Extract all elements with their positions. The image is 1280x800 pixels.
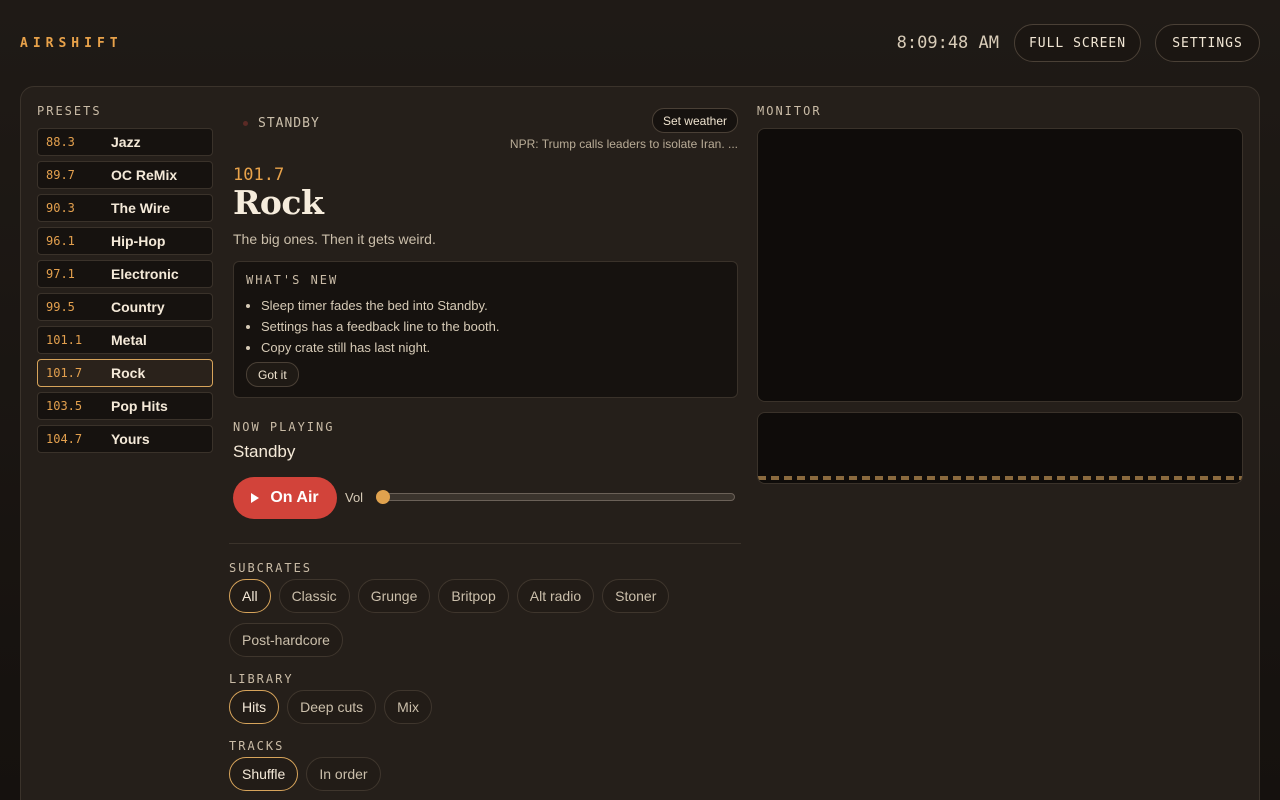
preset-item[interactable]: 89.7 OC ReMix bbox=[37, 161, 213, 189]
preset-frequency: 104.7 bbox=[46, 432, 83, 446]
whats-new-item: Sleep timer fades the bed into Standby. bbox=[261, 295, 500, 316]
subcrates-chips: All Classic Grunge Britpop Alt radio Stoner Po… bbox=[229, 579, 699, 667]
divider bbox=[229, 543, 741, 544]
subcrate-chip[interactable]: Alt radio bbox=[516, 579, 595, 613]
volume-label: Vol bbox=[345, 490, 364, 505]
full-screen-button[interactable]: FULL SCREEN bbox=[1014, 24, 1141, 62]
set-weather-button[interactable]: Set weather bbox=[651, 108, 738, 133]
on-air-button[interactable]: On Air bbox=[233, 477, 337, 519]
preset-frequency: 101.1 bbox=[46, 333, 83, 347]
preset-item[interactable]: 88.3 Jazz bbox=[37, 128, 213, 156]
library-chips: Hits Deep cuts Mix bbox=[229, 690, 699, 734]
tracks-chip[interactable]: Shuffle bbox=[229, 757, 299, 791]
preset-name: Rock bbox=[111, 365, 146, 381]
preset-name: OC ReMix bbox=[111, 167, 178, 183]
preset-name: Electronic bbox=[111, 266, 179, 282]
library-chip[interactable]: Mix bbox=[384, 690, 432, 724]
subcrate-chip[interactable]: All bbox=[229, 579, 271, 613]
monitor-display bbox=[757, 128, 1243, 402]
library-chip[interactable]: Deep cuts bbox=[287, 690, 377, 724]
station-name: Rock bbox=[233, 183, 324, 222]
presets-label: PRESETS bbox=[37, 104, 102, 118]
preset-item[interactable]: 90.3 The Wire bbox=[37, 194, 213, 222]
preset-name: Hip-Hop bbox=[111, 233, 166, 249]
monitor-label: MONITOR bbox=[757, 104, 822, 118]
settings-button[interactable]: SETTINGS bbox=[1155, 24, 1260, 62]
top-bar: AIRSHIFT 8:09:48 AM FULL SCREEN SETTINGS bbox=[0, 0, 1280, 86]
preset-frequency: 90.3 bbox=[46, 201, 75, 215]
station-frequency: 101.7 bbox=[233, 165, 285, 185]
tracks-label: TRACKS bbox=[229, 739, 285, 753]
waveform-display bbox=[757, 412, 1243, 484]
station-tagline: The big ones. Then it gets weird. bbox=[233, 231, 436, 247]
preset-name: Pop Hits bbox=[111, 398, 168, 414]
station-panel: STANDBY Set weather NPR: Trump calls lea… bbox=[229, 87, 741, 800]
now-playing-title: Standby bbox=[233, 442, 296, 461]
preset-frequency: 97.1 bbox=[46, 267, 75, 281]
preset-item[interactable]: 96.1 Hip-Hop bbox=[37, 227, 213, 255]
preset-name: Yours bbox=[111, 431, 150, 447]
main-panel: PRESETS 88.3 Jazz 89.7 OC ReMix 90.3 The Wire… bbox=[20, 86, 1260, 800]
status-dot-icon bbox=[243, 121, 248, 126]
preset-item[interactable]: 99.5 Country bbox=[37, 293, 213, 321]
preset-name: The Wire bbox=[111, 200, 170, 216]
subcrates-label: SUBCRATES bbox=[229, 561, 313, 575]
whats-new-card: WHAT'S NEW Sleep timer fades the bed int… bbox=[233, 261, 738, 398]
tracks-chip[interactable]: In order bbox=[306, 757, 381, 791]
news-ticker: NPR: Trump calls leaders to isolate Iran… bbox=[509, 137, 738, 151]
subcrate-chip[interactable]: Grunge bbox=[357, 579, 431, 613]
library-chip[interactable]: Hits bbox=[229, 690, 280, 724]
preset-item[interactable]: 103.5 Pop Hits bbox=[37, 392, 213, 420]
station-status: STANDBY bbox=[243, 116, 320, 131]
preset-item[interactable]: 101.1 Metal bbox=[37, 326, 213, 354]
preset-list: 88.3 Jazz 89.7 OC ReMix 90.3 The Wire 96.1 Hip-… bbox=[37, 128, 213, 458]
play-icon bbox=[251, 493, 260, 503]
whats-new-label: WHAT'S NEW bbox=[246, 273, 339, 287]
whats-new-list: Sleep timer fades the bed into Standby. … bbox=[261, 295, 500, 358]
clock: 8:09:48 AM bbox=[896, 33, 999, 53]
whats-new-item: Settings has a feedback line to the boot… bbox=[261, 316, 500, 337]
preset-frequency: 96.1 bbox=[46, 234, 75, 248]
preset-name: Metal bbox=[111, 332, 147, 348]
preset-frequency: 103.5 bbox=[46, 399, 83, 413]
status-label: STANDBY bbox=[258, 116, 320, 131]
tracks-chips: Shuffle In order bbox=[229, 757, 699, 800]
volume-slider[interactable] bbox=[381, 493, 735, 501]
subcrate-chip[interactable]: Classic bbox=[278, 579, 350, 613]
preset-item[interactable]: 97.1 Electronic bbox=[37, 260, 213, 288]
on-air-label: On Air bbox=[270, 489, 319, 506]
preset-name: Jazz bbox=[111, 134, 141, 150]
subcrate-chip[interactable]: Post-hardcore bbox=[229, 623, 343, 657]
preset-item[interactable]: 101.7 Rock bbox=[37, 359, 213, 387]
preset-frequency: 88.3 bbox=[46, 135, 75, 149]
now-playing-label: NOW PLAYING bbox=[233, 420, 335, 434]
volume-slider-handle[interactable] bbox=[376, 490, 390, 504]
preset-frequency: 101.7 bbox=[46, 366, 83, 380]
subcrate-chip[interactable]: Stoner bbox=[602, 579, 670, 613]
waveform-line bbox=[758, 476, 1242, 480]
preset-name: Country bbox=[111, 299, 165, 315]
preset-frequency: 99.5 bbox=[46, 300, 75, 314]
got-it-button[interactable]: Got it bbox=[246, 362, 299, 387]
subcrate-chip[interactable]: Britpop bbox=[438, 579, 509, 613]
preset-frequency: 89.7 bbox=[46, 168, 75, 182]
library-label: LIBRARY bbox=[229, 672, 294, 686]
app-brand: AIRSHIFT bbox=[20, 36, 123, 51]
whats-new-item: Copy crate still has last night. bbox=[261, 337, 500, 358]
preset-item[interactable]: 104.7 Yours bbox=[37, 425, 213, 453]
